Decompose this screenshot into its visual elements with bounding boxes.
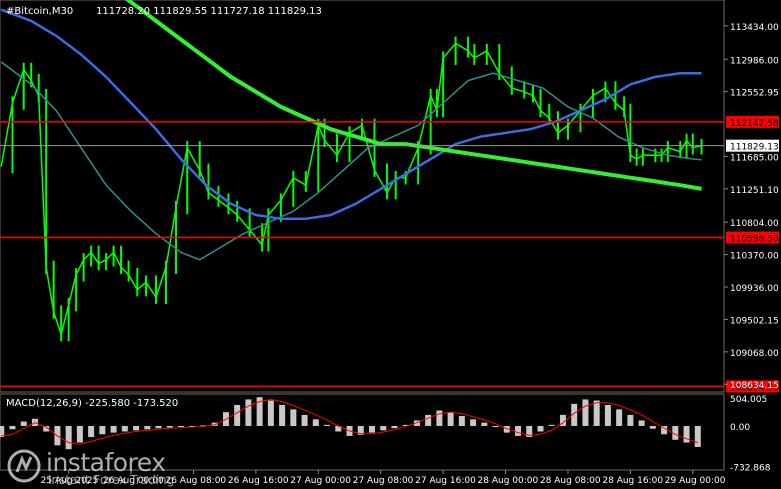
macd-histogram-bar — [301, 414, 308, 426]
macd-histogram-bar — [88, 425, 95, 438]
macd-histogram-bar — [593, 400, 600, 426]
macd-histogram-bar — [99, 425, 106, 435]
price-axis-label: 113434.00 — [730, 23, 779, 33]
macd-histogram-bar — [683, 425, 690, 443]
price-axis-label: 108634.15 — [730, 381, 779, 391]
time-axis-label: 26 Aug 16:00 — [228, 476, 289, 486]
macd-histogram-bar — [492, 425, 499, 428]
macd-histogram-bar — [155, 425, 162, 429]
price-axis-label: 111251.10 — [730, 186, 779, 196]
macd-histogram-bar — [245, 399, 252, 426]
macd-histogram-bar — [470, 419, 477, 426]
macd-histogram-bar — [604, 404, 611, 426]
macd-histogram-bar — [133, 425, 140, 431]
macd-histogram-bar — [447, 412, 454, 426]
macd-axis-label: 0.00 — [730, 423, 750, 433]
macd-histogram-bar — [20, 421, 27, 426]
price-axis-label: 109502.15 — [730, 316, 779, 326]
macd-histogram-bar — [267, 400, 274, 426]
macd-histogram-bar — [368, 425, 375, 433]
instaforex-logo: instaforex Instant Forex Trading — [6, 446, 196, 488]
macd-histogram-bar — [548, 424, 555, 426]
macd-histogram-bar — [515, 425, 522, 436]
macd-histogram-bar — [234, 404, 241, 426]
price-line — [0, 42, 702, 338]
macd-histogram-bar — [9, 425, 16, 430]
current-price-label: 111829.13 — [730, 143, 779, 153]
logo-tagline: Instant Forex Trading — [48, 473, 175, 487]
ma-line-1 — [0, 61, 702, 261]
time-axis-label: 27 Aug 16:00 — [415, 476, 476, 486]
horizontal-level-label: 110598.50 — [730, 235, 779, 245]
macd-histogram-bar — [616, 409, 623, 426]
moving-averages-layer — [0, 0, 702, 261]
macd-histogram-bar — [279, 404, 286, 426]
macd-axis-label: -732.868 — [730, 463, 771, 473]
macd-histogram-bar — [391, 425, 398, 429]
macd-histogram-bar — [76, 425, 83, 443]
ma-line-2 — [0, 8, 702, 221]
price-axis-label: 110370.00 — [730, 252, 779, 262]
time-axis-label: 28 Aug 00:00 — [478, 476, 539, 486]
macd-label: MACD(12,26,9) -225.580 -173.520 — [6, 398, 178, 409]
macd-histogram-bar — [178, 425, 184, 428]
macd-histogram-bar — [144, 425, 151, 430]
macd-histogram-bar — [121, 425, 128, 432]
trading-chart-window: 112147.58 110598.50 108604.53 111829.13 113… — [0, 0, 781, 489]
chart-header-symbol: #Bitcoin,M30 — [6, 6, 73, 17]
macd-histogram-bar — [481, 422, 488, 426]
price-axis-label: 109936.00 — [730, 284, 779, 294]
macd-histogram-bar — [436, 410, 443, 426]
time-axis-label: 27 Aug 08:00 — [353, 476, 414, 486]
macd-histogram-bar — [694, 425, 701, 447]
macd-histogram-bar — [638, 420, 645, 426]
horizontal-level-label: 112147.58 — [730, 119, 779, 129]
chart-canvas[interactable]: 112147.58110598.50108604.53111829.13 113… — [0, 0, 781, 489]
macd-histogram-bar — [627, 414, 634, 426]
macd-histogram-bar — [110, 425, 117, 433]
macd-axis: 504.005 0.00 -732.868 — [730, 395, 771, 473]
price-axis-label: 111685.00 — [730, 153, 779, 163]
price-panel-frame — [0, 0, 725, 393]
price-axis-label: 109068.00 — [730, 349, 779, 359]
macd-histogram-bar — [537, 425, 544, 432]
price-axis-label: 110804.00 — [730, 219, 779, 229]
macd-histogram-bar — [458, 416, 465, 426]
macd-histogram-bar — [425, 414, 432, 426]
time-axis-label: 28 Aug 16:00 — [602, 476, 663, 486]
price-axis-label: 112552.95 — [730, 89, 779, 99]
instaforex-mark-icon — [7, 449, 41, 483]
price-panel: 112147.58110598.50108604.53111829.13 113… — [0, 0, 779, 393]
macd-axis-label: 504.005 — [730, 395, 767, 405]
time-axis-label: 29 Aug 00:00 — [665, 476, 726, 486]
macd-histogram-bar — [312, 419, 319, 426]
price-axis-label: 112986.00 — [730, 56, 779, 66]
price-series-layer — [0, 36, 703, 342]
macd-histogram-bar — [290, 409, 297, 426]
macd-histogram-bar — [166, 425, 173, 428]
time-axis-label: 27 Aug 00:00 — [290, 476, 351, 486]
macd-histogram-bar — [649, 425, 656, 429]
macd-histogram-bar — [582, 399, 589, 426]
ma-line-3 — [124, 0, 702, 191]
time-axis-label: 28 Aug 08:00 — [540, 476, 601, 486]
macd-histogram-bar — [324, 424, 331, 426]
chart-header-ohlc: 111728.20 111829.55 111727.18 111829.13 — [96, 6, 322, 17]
price-axis: 113434.00 112986.00 112552.95 111685.00 1112… — [724, 23, 779, 391]
macd-histogram-bar — [380, 425, 387, 431]
